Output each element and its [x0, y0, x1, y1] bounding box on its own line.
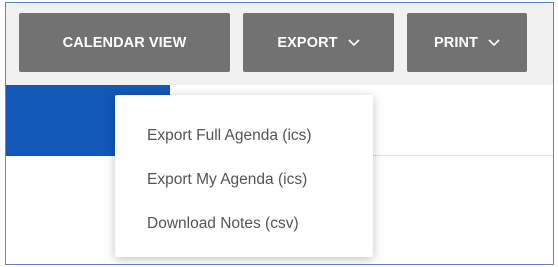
calendar-view-label: CALENDAR VIEW — [62, 34, 187, 51]
calendar-view-button[interactable]: CALENDAR VIEW — [19, 13, 230, 72]
export-button[interactable]: EXPORT — [243, 13, 394, 72]
screenshot-frame: CALENDAR VIEW EXPORT PRINT l 9 — [5, 2, 554, 265]
print-label: PRINT — [434, 34, 478, 51]
chevron-down-icon — [348, 38, 360, 47]
export-dropdown-menu: Export Full Agenda (ics) Export My Agend… — [115, 95, 373, 257]
menu-item-download-notes[interactable]: Download Notes (csv) — [115, 202, 373, 246]
print-button[interactable]: PRINT — [407, 13, 527, 72]
export-label: EXPORT — [277, 34, 338, 51]
chevron-down-icon — [488, 38, 500, 47]
menu-item-export-full-agenda[interactable]: Export Full Agenda (ics) — [115, 114, 373, 158]
agenda-toolbar: CALENDAR VIEW EXPORT PRINT — [6, 3, 553, 85]
menu-item-export-my-agenda[interactable]: Export My Agenda (ics) — [115, 158, 373, 202]
